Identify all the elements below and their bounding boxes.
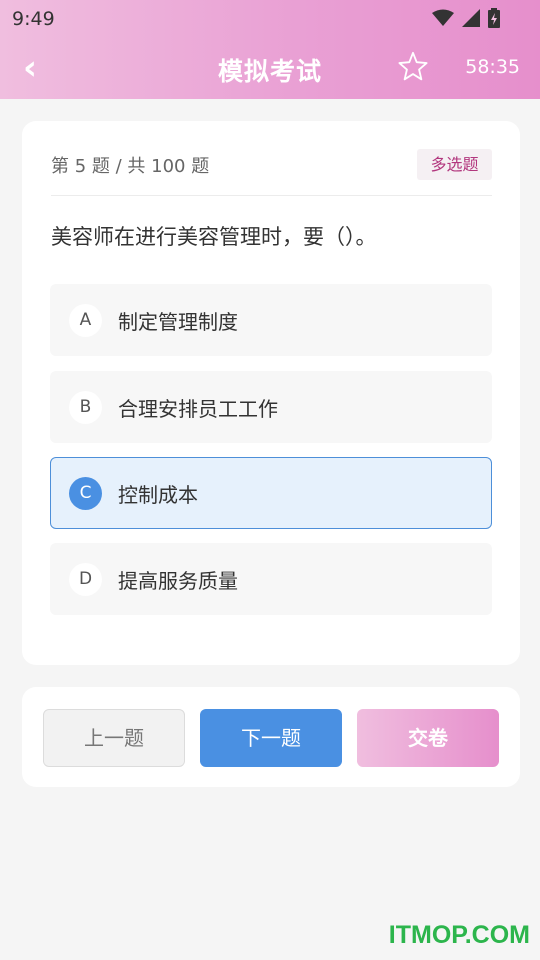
option-text: 提高服务质量 bbox=[118, 569, 238, 593]
option-letter: B bbox=[69, 391, 102, 424]
option-text: 合理安排员工工作 bbox=[118, 397, 278, 421]
wifi-icon bbox=[432, 9, 454, 26]
option-d[interactable]: D 提高服务质量 bbox=[50, 543, 492, 615]
page-title: 模拟考试 bbox=[217, 57, 322, 86]
divider bbox=[51, 195, 492, 196]
option-text: 制定管理制度 bbox=[118, 310, 238, 334]
option-b[interactable]: B 合理安排员工工作 bbox=[50, 371, 492, 443]
navigation-card: 上一题 下一题 交卷 bbox=[22, 687, 520, 787]
star-icon[interactable] bbox=[396, 50, 430, 84]
option-letter: A bbox=[69, 304, 102, 337]
battery-icon bbox=[488, 8, 500, 28]
next-question-button[interactable]: 下一题 bbox=[200, 709, 342, 767]
option-a[interactable]: A 制定管理制度 bbox=[50, 284, 492, 356]
question-card: 第 5 题 / 共 100 题 多选题 美容师在进行美容管理时，要（）。 A 制… bbox=[22, 121, 520, 665]
watermark: ITMOP.COM bbox=[388, 921, 530, 949]
option-letter: C bbox=[69, 477, 102, 510]
countdown-timer: 58:35 bbox=[465, 56, 520, 78]
prev-question-button[interactable]: 上一题 bbox=[43, 709, 185, 767]
question-type-badge: 多选题 bbox=[417, 149, 492, 180]
app-header: 9:49 ‹ 模拟考试 58:35 bbox=[0, 0, 540, 99]
status-time: 9:49 bbox=[12, 8, 55, 30]
status-icons bbox=[432, 8, 500, 28]
option-c[interactable]: C 控制成本 bbox=[50, 457, 492, 529]
question-text: 美容师在进行美容管理时，要（）。 bbox=[51, 225, 377, 249]
option-text: 控制成本 bbox=[118, 483, 198, 507]
signal-icon bbox=[462, 9, 480, 27]
submit-exam-button[interactable]: 交卷 bbox=[357, 709, 499, 767]
option-letter: D bbox=[69, 563, 102, 596]
question-progress: 第 5 题 / 共 100 题 bbox=[51, 156, 210, 177]
